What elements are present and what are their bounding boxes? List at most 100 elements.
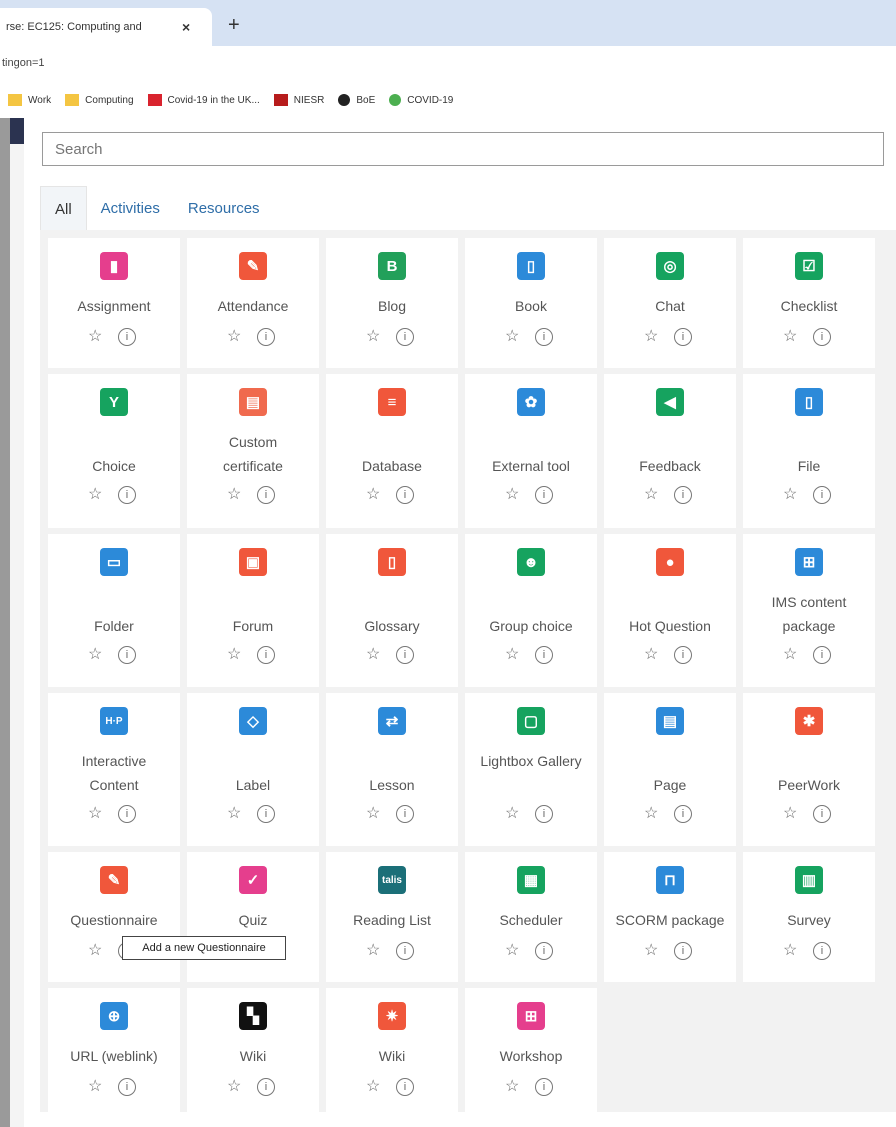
star-icon[interactable]: ☆ bbox=[88, 1076, 102, 1096]
activity-tile[interactable]: ✿ External tool ☆ i bbox=[465, 374, 597, 528]
info-icon[interactable]: i bbox=[674, 805, 692, 823]
activity-tile[interactable]: ● Hot Question ☆ i bbox=[604, 534, 736, 687]
activity-tile[interactable]: ▣ Forum ☆ i bbox=[187, 534, 319, 687]
star-icon[interactable]: ☆ bbox=[88, 940, 102, 960]
address-bar[interactable]: tingon=1 bbox=[0, 46, 896, 82]
info-icon[interactable]: i bbox=[813, 328, 831, 346]
info-icon[interactable]: i bbox=[257, 805, 275, 823]
activity-tile[interactable]: ⊓ SCORM package ☆ i bbox=[604, 852, 736, 982]
info-icon[interactable]: i bbox=[118, 646, 136, 664]
star-icon[interactable]: ☆ bbox=[88, 326, 102, 346]
info-icon[interactable]: i bbox=[674, 486, 692, 504]
activity-tile[interactable]: ▤ Page ☆ i bbox=[604, 693, 736, 846]
star-icon[interactable]: ☆ bbox=[227, 803, 241, 823]
info-icon[interactable]: i bbox=[674, 646, 692, 664]
star-icon[interactable]: ☆ bbox=[505, 803, 519, 823]
activity-tile[interactable]: talis Reading List ☆ i bbox=[326, 852, 458, 982]
bookmark-niesr[interactable]: NIESR bbox=[273, 94, 324, 106]
activity-tile[interactable]: ◇ Label ☆ i bbox=[187, 693, 319, 846]
activity-tile[interactable]: ✎Questionnaire☆i bbox=[48, 852, 180, 982]
info-icon[interactable]: i bbox=[535, 805, 553, 823]
star-icon[interactable]: ☆ bbox=[783, 940, 797, 960]
star-icon[interactable]: ☆ bbox=[366, 1076, 380, 1096]
info-icon[interactable]: i bbox=[396, 805, 414, 823]
star-icon[interactable]: ☆ bbox=[88, 803, 102, 823]
activity-tile[interactable]: ≡ Database ☆ i bbox=[326, 374, 458, 528]
info-icon[interactable]: i bbox=[257, 486, 275, 504]
activity-tile[interactable]: ◎ Chat ☆ i bbox=[604, 238, 736, 368]
info-icon[interactable]: i bbox=[257, 646, 275, 664]
info-icon[interactable]: i bbox=[118, 328, 136, 346]
activity-tile[interactable]: ✎ Attendance ☆ i bbox=[187, 238, 319, 368]
info-icon[interactable]: i bbox=[396, 646, 414, 664]
activity-tile[interactable]: ✓Quiz☆i bbox=[187, 852, 319, 982]
activity-tile[interactable]: ⊞ IMS content package ☆ i bbox=[743, 534, 875, 687]
bookmark-work[interactable]: Work bbox=[8, 94, 51, 106]
info-icon[interactable]: i bbox=[813, 646, 831, 664]
info-icon[interactable]: i bbox=[674, 328, 692, 346]
info-icon[interactable]: i bbox=[535, 1078, 553, 1096]
star-icon[interactable]: ☆ bbox=[227, 644, 241, 664]
star-icon[interactable]: ☆ bbox=[644, 803, 658, 823]
star-icon[interactable]: ☆ bbox=[783, 484, 797, 504]
star-icon[interactable]: ☆ bbox=[366, 644, 380, 664]
activity-tile[interactable]: ⇄ Lesson ☆ i bbox=[326, 693, 458, 846]
info-icon[interactable]: i bbox=[257, 1078, 275, 1096]
info-icon[interactable]: i bbox=[396, 1078, 414, 1096]
info-icon[interactable]: i bbox=[396, 942, 414, 960]
activity-tile[interactable]: ▯ Book ☆ i bbox=[465, 238, 597, 368]
bookmark-boe[interactable]: BoE bbox=[338, 94, 375, 106]
info-icon[interactable]: i bbox=[813, 486, 831, 504]
activity-tile[interactable]: ✱ PeerWork ☆ i bbox=[743, 693, 875, 846]
info-icon[interactable]: i bbox=[396, 486, 414, 504]
activity-tile[interactable]: ⊕ URL (weblink) ☆ i bbox=[48, 988, 180, 1118]
activity-tile[interactable]: ☻ Group choice ☆ i bbox=[465, 534, 597, 687]
star-icon[interactable]: ☆ bbox=[227, 1076, 241, 1096]
star-icon[interactable]: ☆ bbox=[644, 940, 658, 960]
star-icon[interactable]: ☆ bbox=[505, 326, 519, 346]
activity-tile[interactable]: ✷ Wiki ☆ i bbox=[326, 988, 458, 1118]
search-input[interactable] bbox=[42, 132, 884, 166]
bookmark-covid-19[interactable]: COVID-19 bbox=[389, 94, 453, 106]
activity-tile[interactable]: ▦ Scheduler ☆ i bbox=[465, 852, 597, 982]
activity-tile[interactable]: ▮ Assignment ☆ i bbox=[48, 238, 180, 368]
star-icon[interactable]: ☆ bbox=[783, 803, 797, 823]
info-icon[interactable]: i bbox=[813, 805, 831, 823]
star-icon[interactable]: ☆ bbox=[366, 326, 380, 346]
info-icon[interactable]: i bbox=[118, 805, 136, 823]
star-icon[interactable]: ☆ bbox=[366, 484, 380, 504]
bookmark-computing[interactable]: Computing bbox=[65, 94, 134, 106]
info-icon[interactable]: i bbox=[118, 486, 136, 504]
activity-tile[interactable]: B Blog ☆ i bbox=[326, 238, 458, 368]
info-icon[interactable]: i bbox=[813, 942, 831, 960]
activity-tile[interactable]: ▭ Folder ☆ i bbox=[48, 534, 180, 687]
star-icon[interactable]: ☆ bbox=[88, 644, 102, 664]
tab-resources[interactable]: Resources bbox=[174, 186, 274, 230]
bookmark-covid-uk[interactable]: Covid-19 in the UK... bbox=[147, 94, 260, 106]
star-icon[interactable]: ☆ bbox=[644, 484, 658, 504]
info-icon[interactable]: i bbox=[118, 1078, 136, 1096]
info-icon[interactable]: i bbox=[674, 942, 692, 960]
close-icon[interactable]: × bbox=[182, 19, 190, 35]
tab-all[interactable]: All bbox=[40, 186, 87, 231]
star-icon[interactable]: ☆ bbox=[783, 644, 797, 664]
info-icon[interactable]: i bbox=[257, 328, 275, 346]
star-icon[interactable]: ☆ bbox=[505, 1076, 519, 1096]
star-icon[interactable]: ☆ bbox=[88, 484, 102, 504]
info-icon[interactable]: i bbox=[535, 328, 553, 346]
activity-tile[interactable]: ⊞ Workshop ☆ i bbox=[465, 988, 597, 1118]
activity-tile[interactable]: H·P Interactive Content ☆ i bbox=[48, 693, 180, 846]
info-icon[interactable]: i bbox=[396, 328, 414, 346]
activity-tile[interactable]: ▤ Custom certificate ☆ i bbox=[187, 374, 319, 528]
star-icon[interactable]: ☆ bbox=[644, 326, 658, 346]
activity-tile[interactable]: ◀ Feedback ☆ i bbox=[604, 374, 736, 528]
new-tab-button[interactable]: + bbox=[228, 14, 240, 37]
info-icon[interactable]: i bbox=[535, 942, 553, 960]
info-icon[interactable]: i bbox=[535, 486, 553, 504]
star-icon[interactable]: ☆ bbox=[644, 644, 658, 664]
activity-tile[interactable]: ▯ File ☆ i bbox=[743, 374, 875, 528]
activity-tile[interactable]: ▥ Survey ☆ i bbox=[743, 852, 875, 982]
star-icon[interactable]: ☆ bbox=[227, 326, 241, 346]
activity-tile[interactable]: ▚ Wiki ☆ i bbox=[187, 988, 319, 1118]
star-icon[interactable]: ☆ bbox=[505, 644, 519, 664]
